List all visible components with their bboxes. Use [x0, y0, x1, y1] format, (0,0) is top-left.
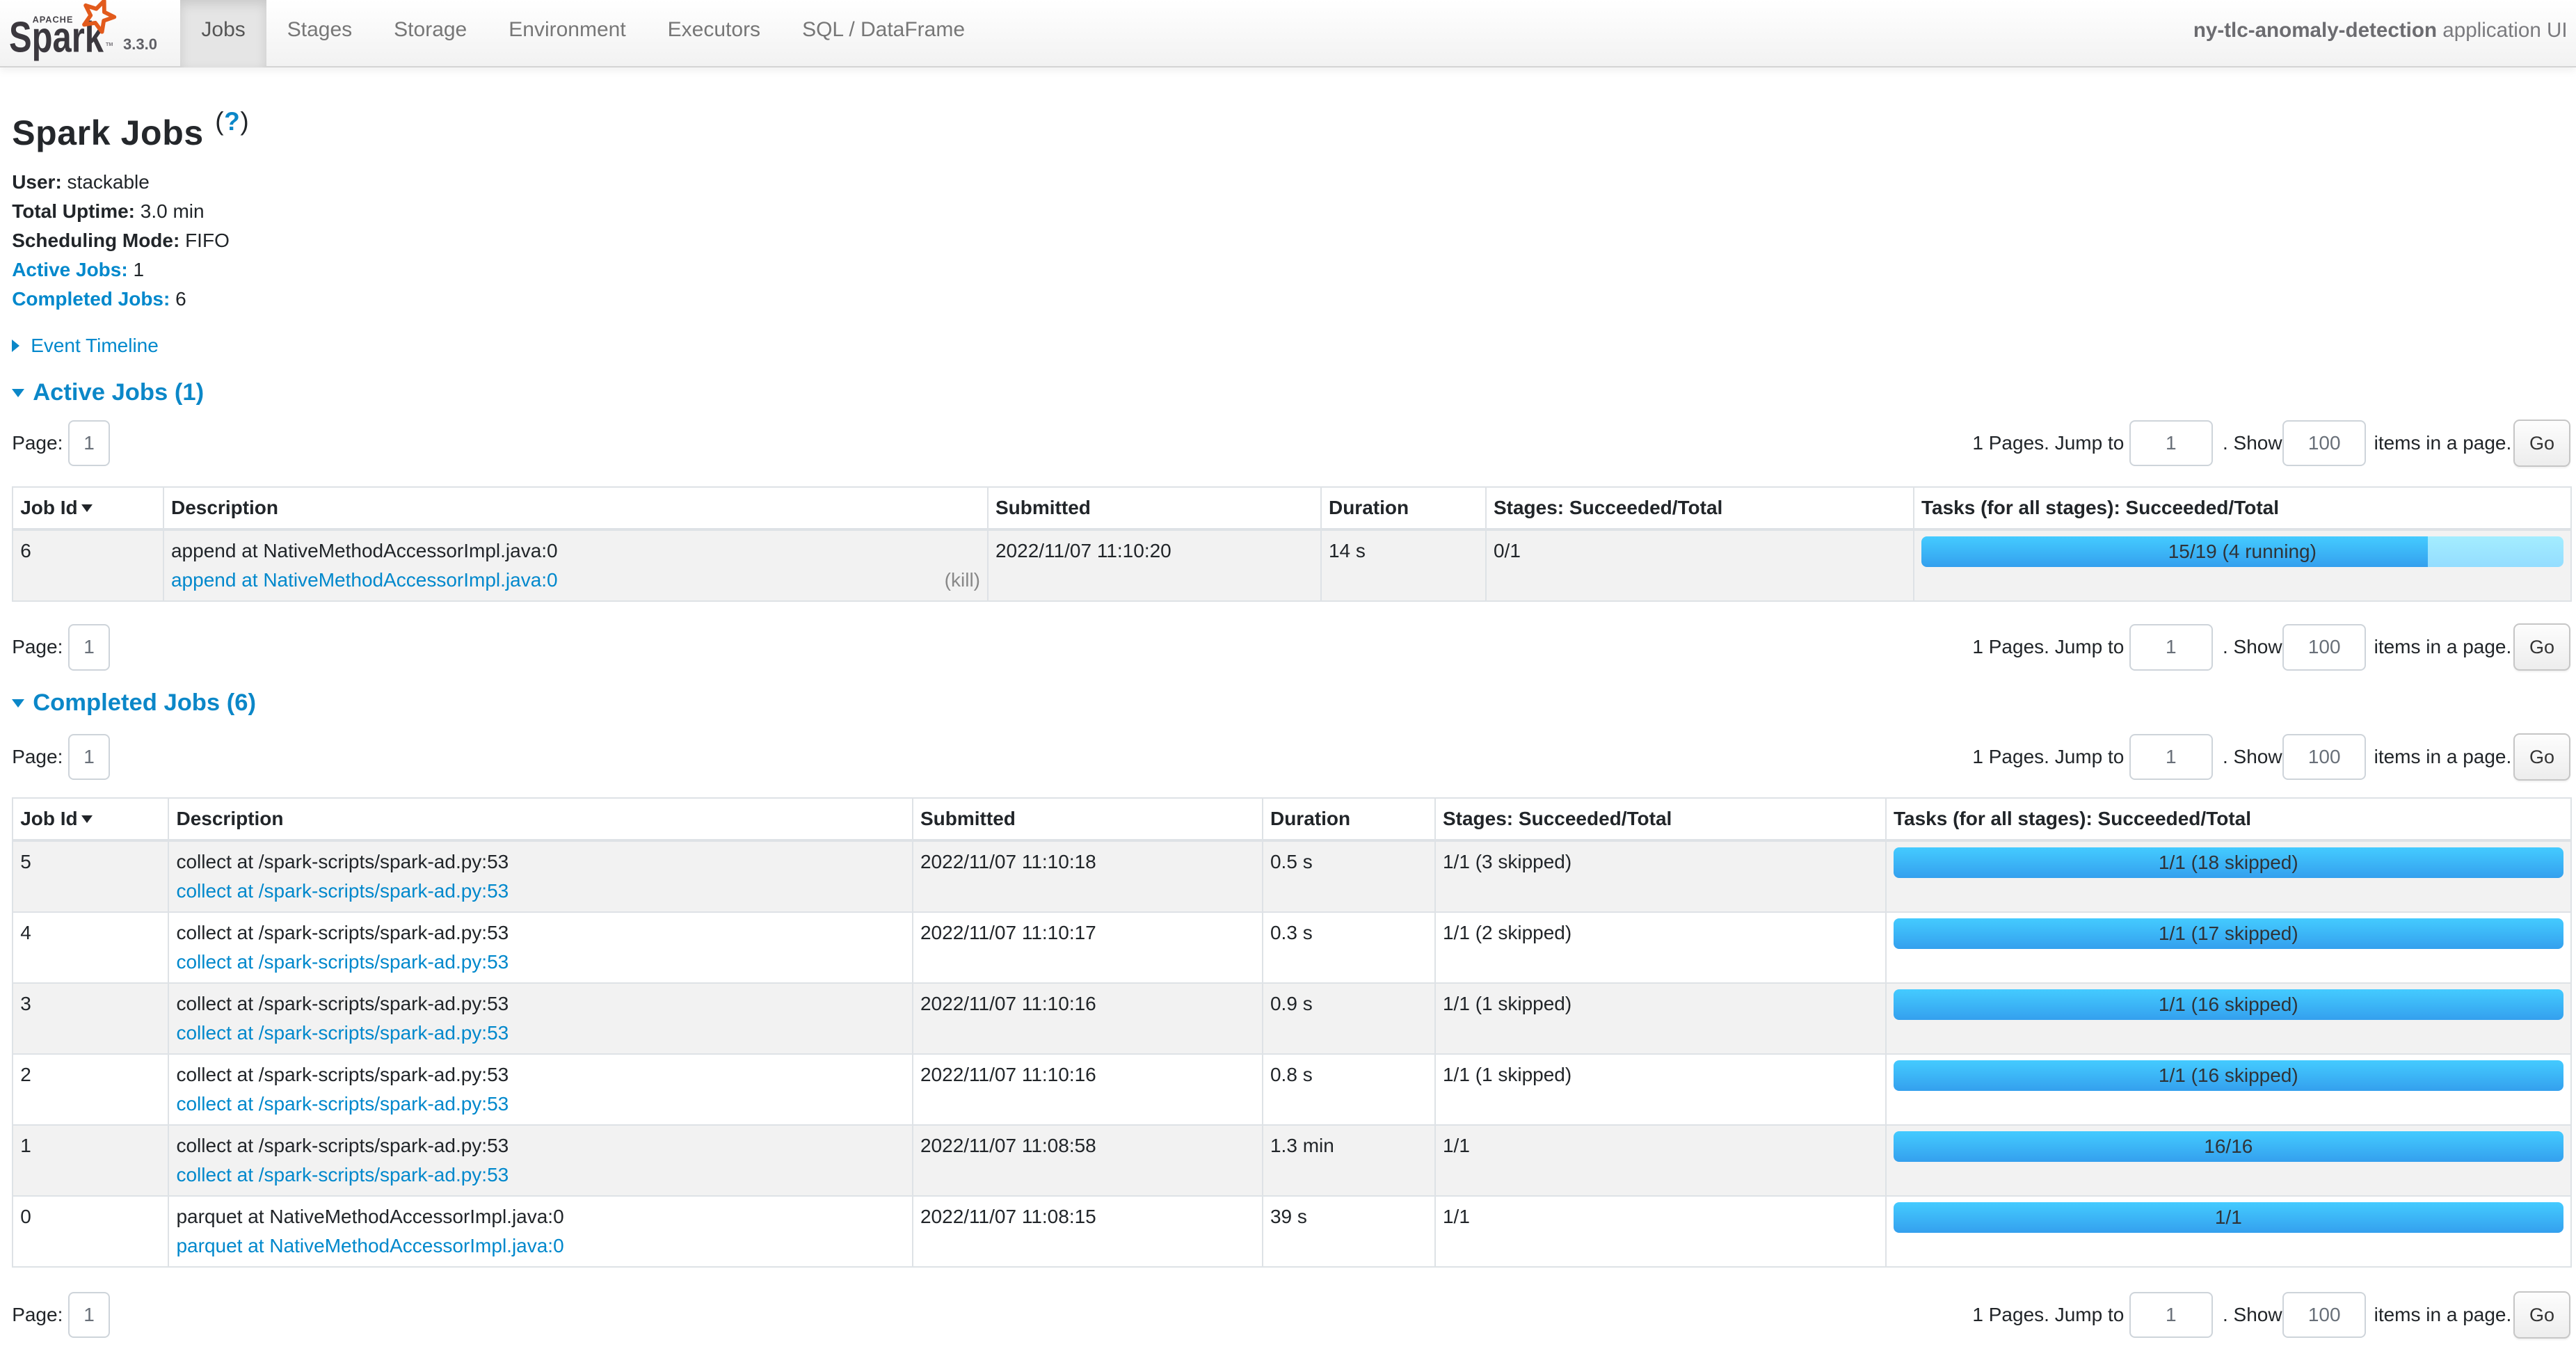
- svg-text:TM: TM: [106, 41, 113, 47]
- svg-text:Spark: Spark: [9, 14, 104, 62]
